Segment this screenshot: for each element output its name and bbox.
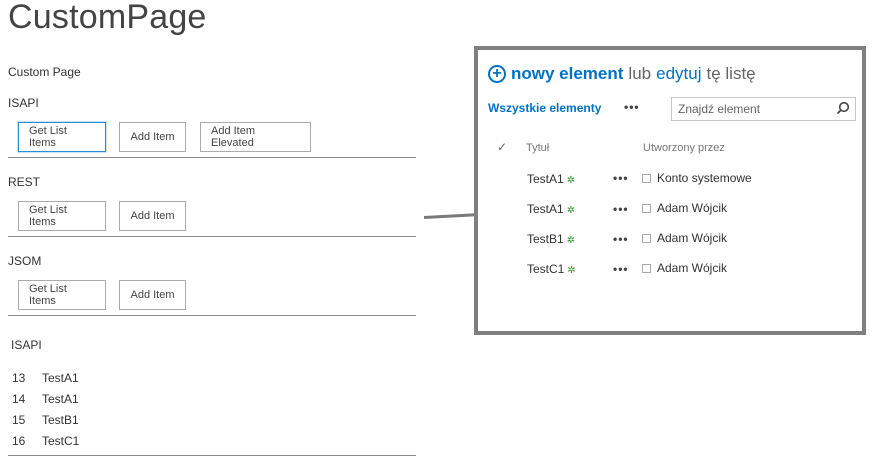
- result-row: 14 TestA1: [12, 392, 79, 408]
- new-badge-icon: ✲: [566, 205, 576, 216]
- search-input[interactable]: Znajdź element: [671, 97, 856, 121]
- jsom-add-item-button[interactable]: Add Item: [119, 280, 186, 310]
- section-divider: [8, 157, 416, 158]
- item-title-text[interactable]: TestC1: [527, 262, 564, 276]
- search-icon[interactable]: [836, 101, 850, 115]
- result-title: TestC1: [42, 434, 80, 448]
- view-menu-button[interactable]: •••: [624, 100, 640, 114]
- isapi-add-item-button[interactable]: Add Item: [119, 122, 186, 152]
- result-title: TestA1: [42, 392, 79, 406]
- list-item-title[interactable]: TestB1 ✲: [527, 232, 575, 246]
- view-selector[interactable]: Wszystkie elementy: [488, 101, 601, 115]
- presence-icon: [642, 263, 651, 273]
- rest-add-item-button[interactable]: Add Item: [119, 201, 186, 231]
- result-title: TestB1: [42, 413, 79, 427]
- result-row: 16 TestC1: [12, 434, 79, 450]
- new-item-link[interactable]: nowy element: [511, 64, 623, 84]
- item-menu-button[interactable]: •••: [613, 262, 629, 276]
- isapi-get-list-items-button[interactable]: Get List Items: [18, 122, 106, 152]
- new-badge-icon: ✲: [566, 175, 576, 186]
- list-item-title[interactable]: TestA1 ✲: [527, 172, 575, 186]
- result-id: 16: [12, 434, 26, 448]
- column-header-created-by[interactable]: Utworzony przez: [643, 142, 725, 154]
- list-view-panel: + nowy element lub edytuj tę listę Wszys…: [474, 46, 866, 335]
- page-subtitle: Custom Page: [8, 65, 81, 79]
- rest-get-list-items-button[interactable]: Get List Items: [18, 201, 106, 231]
- jsom-get-list-items-button[interactable]: Get List Items: [18, 280, 106, 310]
- result-id: 14: [12, 392, 26, 406]
- list-item-author: Adam Wójcik: [642, 261, 727, 275]
- section-label-rest: REST: [8, 175, 41, 189]
- result-row: 15 TestB1: [12, 413, 79, 429]
- edit-link[interactable]: edytuj: [656, 64, 701, 84]
- result-title: TestA1: [42, 371, 79, 385]
- list-item-author: Adam Wójcik: [642, 201, 727, 215]
- author-name[interactable]: Konto systemowe: [657, 171, 752, 185]
- search-placeholder: Znajdź element: [678, 102, 761, 116]
- section-label-isapi: ISAPI: [8, 96, 39, 110]
- section-divider: [8, 236, 416, 237]
- author-name[interactable]: Adam Wójcik: [657, 261, 727, 275]
- new-item-bar: + nowy element lub edytuj tę listę: [488, 64, 756, 84]
- section-divider: [8, 455, 416, 456]
- result-id: 15: [12, 413, 26, 427]
- presence-icon: [642, 203, 651, 213]
- select-all-checkmark-icon[interactable]: ✓: [497, 140, 507, 154]
- isapi-add-item-elevated-button[interactable]: Add Item Elevated: [200, 122, 311, 152]
- result-row: 13 TestA1: [12, 371, 79, 387]
- page-title: CustomPage: [8, 0, 207, 36]
- list-item-title[interactable]: TestC1 ✲: [527, 262, 576, 276]
- list-item-author: Adam Wójcik: [642, 231, 727, 245]
- section-label-jsom: JSOM: [8, 254, 42, 268]
- new-badge-icon: ✲: [567, 265, 576, 276]
- or-text: lub: [628, 64, 652, 83]
- list-item-author: Konto systemowe: [642, 171, 752, 185]
- item-title-text[interactable]: TestB1: [527, 232, 564, 246]
- callout-connector: [423, 213, 477, 219]
- author-name[interactable]: Adam Wójcik: [657, 231, 727, 245]
- this-list-text: tę listę: [706, 64, 756, 83]
- presence-icon: [642, 233, 651, 243]
- item-title-text[interactable]: TestA1: [527, 172, 564, 186]
- new-badge-icon: ✲: [566, 235, 576, 246]
- item-title-text[interactable]: TestA1: [527, 202, 564, 216]
- section-divider: [8, 315, 416, 316]
- item-menu-button[interactable]: •••: [613, 171, 629, 185]
- presence-icon: [642, 173, 651, 183]
- item-menu-button[interactable]: •••: [613, 232, 629, 246]
- list-item-title[interactable]: TestA1 ✲: [527, 202, 575, 216]
- author-name[interactable]: Adam Wójcik: [657, 201, 727, 215]
- item-menu-button[interactable]: •••: [613, 202, 629, 216]
- result-id: 13: [12, 371, 26, 385]
- add-circle-icon[interactable]: +: [488, 65, 506, 83]
- column-header-title[interactable]: Tytuł: [526, 142, 549, 154]
- results-label: ISAPI: [11, 338, 42, 352]
